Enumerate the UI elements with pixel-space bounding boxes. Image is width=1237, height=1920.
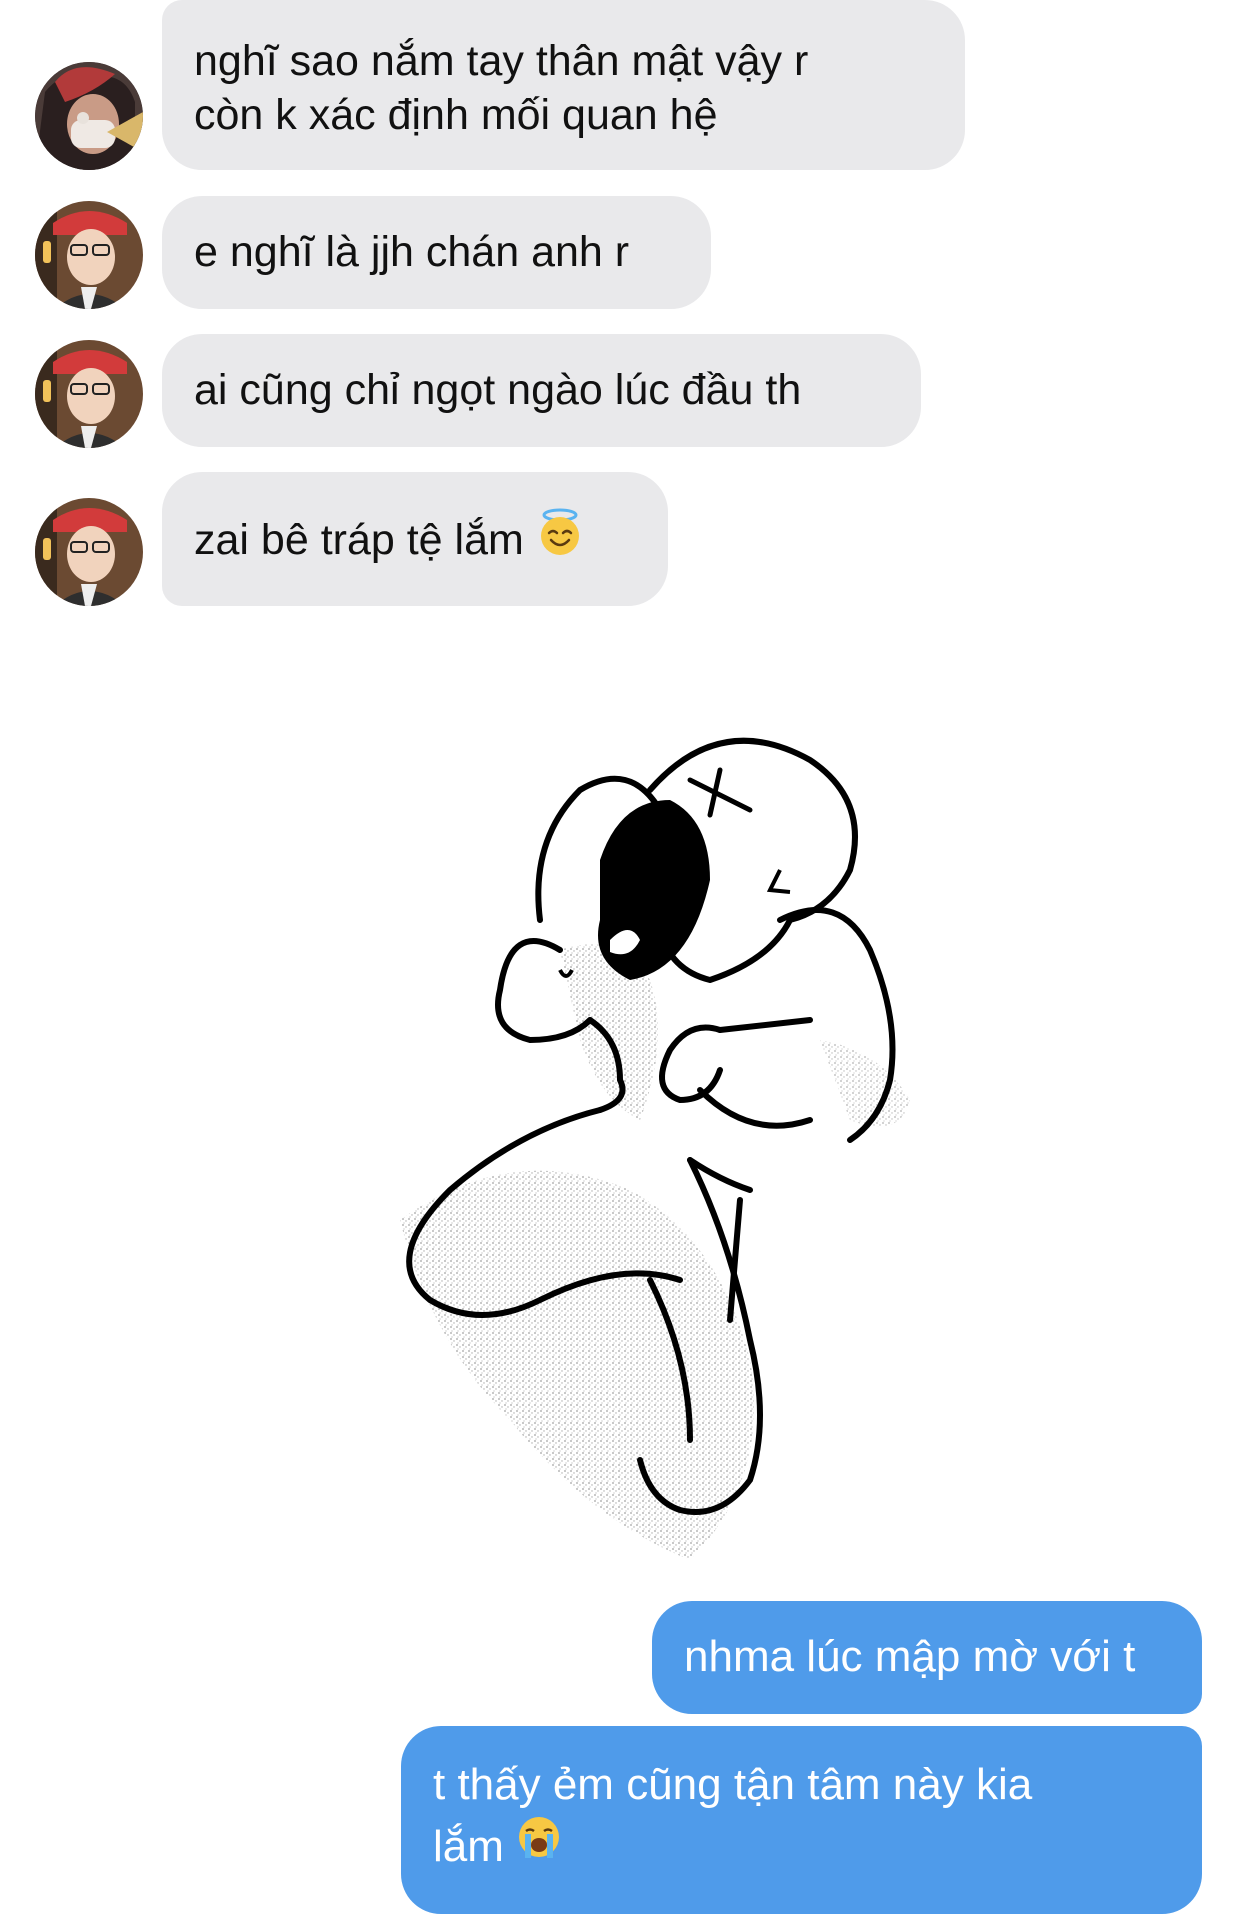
- avatar-sender-1[interactable]: [35, 62, 143, 170]
- message-text-line: lắm: [433, 1822, 504, 1871]
- outgoing-message-1[interactable]: nhma lúc mập mờ với t: [652, 1601, 1202, 1714]
- message-text-line: còn k xác định mối quan hệ: [194, 91, 718, 139]
- message-text: ai cũng chỉ ngọt ngào lúc đầu th: [194, 366, 802, 414]
- message-text: nhma lúc mập mờ với t: [684, 1632, 1136, 1681]
- smiling-face-with-halo-icon: [536, 508, 584, 569]
- crying-character-sticker-icon[interactable]: [390, 720, 1050, 1580]
- incoming-message-3[interactable]: ai cũng chỉ ngọt ngào lúc đầu th: [162, 334, 921, 447]
- incoming-message-1[interactable]: nghĩ sao nắm tay thân mật vậy r còn k xá…: [162, 0, 965, 170]
- message-text-line: t thấy ẻm cũng tận tâm này kia: [433, 1760, 1033, 1809]
- message-text-line: nghĩ sao nắm tay thân mật vậy r: [194, 37, 809, 85]
- message-text: zai bê tráp tệ lắm: [194, 515, 524, 564]
- message-text: e nghĩ là jjh chán anh r: [194, 228, 630, 276]
- incoming-message-2[interactable]: e nghĩ là jjh chán anh r: [162, 196, 711, 309]
- outgoing-message-2[interactable]: t thấy ẻm cũng tận tâm này kia lắm: [401, 1726, 1202, 1914]
- avatar-sender-2[interactable]: [35, 201, 143, 309]
- avatar-sender-4[interactable]: [35, 498, 143, 606]
- incoming-message-4[interactable]: zai bê tráp tệ lắm: [162, 472, 668, 606]
- chat-thread: nghĩ sao nắm tay thân mật vậy r còn k xá…: [0, 0, 1237, 1920]
- avatar-sender-3[interactable]: [35, 340, 143, 448]
- loudly-crying-face-icon: [516, 1814, 562, 1877]
